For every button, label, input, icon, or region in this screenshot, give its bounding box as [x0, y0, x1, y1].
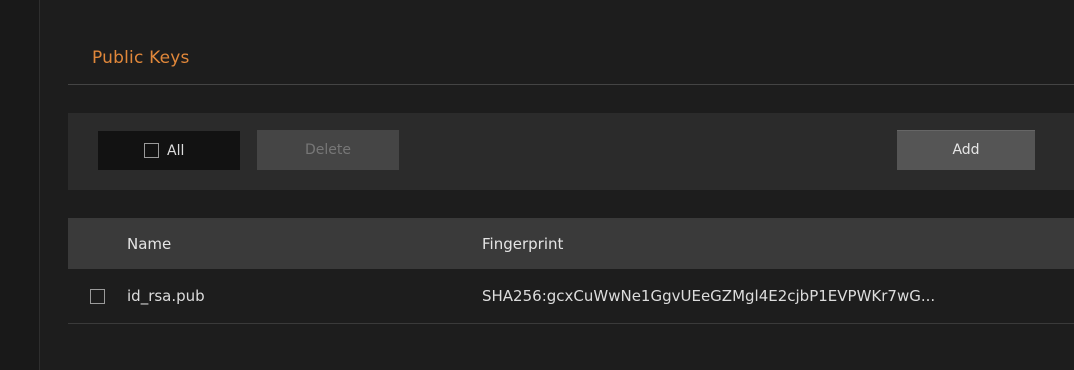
table-header: Name Fingerprint — [68, 218, 1074, 269]
section-title: Public Keys — [92, 48, 190, 68]
select-all-label: All — [167, 142, 185, 159]
select-all-checkbox[interactable] — [144, 143, 159, 158]
key-name-cell: id_rsa.pub — [127, 287, 205, 305]
key-fingerprint-cell: SHA256:gcxCuWwNe1GgvUEeGZMgl4E2cjbP1EVPW… — [482, 287, 936, 305]
add-button[interactable]: Add — [897, 130, 1035, 170]
keys-toolbar: All Delete Add — [68, 113, 1074, 190]
column-header-fingerprint[interactable]: Fingerprint — [482, 218, 563, 269]
row-checkbox[interactable] — [90, 289, 105, 304]
select-all-toggle[interactable]: All — [98, 131, 240, 170]
title-divider — [68, 84, 1074, 85]
column-header-name[interactable]: Name — [127, 218, 171, 269]
left-sidebar-strip — [0, 0, 40, 370]
delete-button[interactable]: Delete — [257, 130, 399, 170]
table-row[interactable]: id_rsa.pub SHA256:gcxCuWwNe1GgvUEeGZMgl4… — [68, 269, 1074, 324]
public-keys-panel: Public Keys All Delete Add Name Fingerpr… — [40, 0, 1074, 370]
